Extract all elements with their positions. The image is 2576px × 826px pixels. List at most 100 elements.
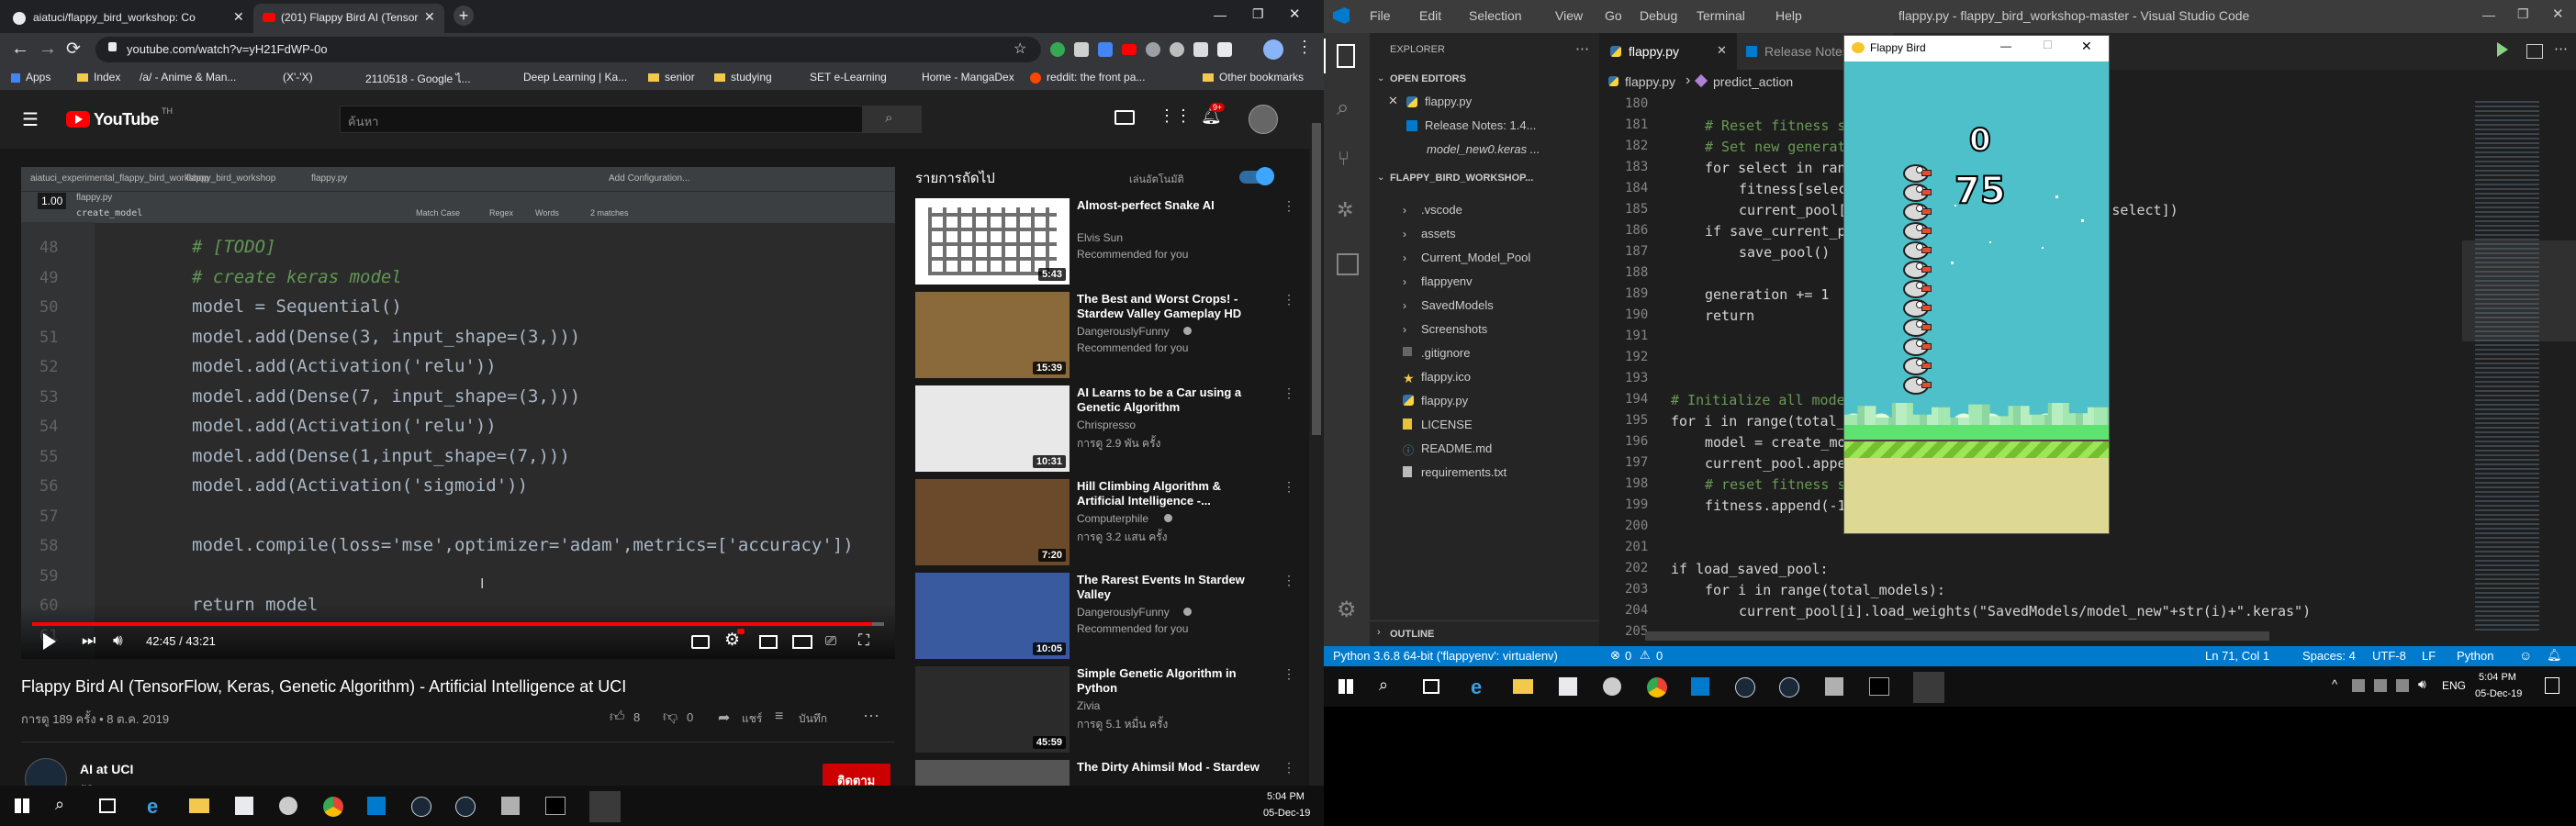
fullscreen-icon[interactable]: ⛶ <box>858 631 869 650</box>
video-progress-track[interactable] <box>32 622 884 626</box>
manage-gear-icon[interactable]: ⚙ <box>1337 597 1357 623</box>
bookmark-mangadex[interactable]: Home - MangaDex <box>922 71 1014 84</box>
chrome-tab-youtube[interactable]: (201) Flappy Bird AI (TensorFlow... ✕ <box>253 4 444 33</box>
end-of-line[interactable]: LF <box>2422 649 2436 663</box>
open-editor-item[interactable]: ✕ flappy.py <box>1370 90 1599 114</box>
subtitles-icon[interactable] <box>691 635 710 649</box>
breadcrumb-symbol[interactable]: predict_action <box>1713 74 1793 89</box>
tree-item[interactable]: LICENSE <box>1370 413 1599 437</box>
more-actions-icon[interactable]: ⋮ <box>1282 760 1295 776</box>
extensions-icon[interactable] <box>1337 253 1359 275</box>
chrome-icon[interactable] <box>323 797 343 817</box>
tree-item[interactable]: › Current_Model_Pool <box>1370 246 1599 270</box>
recommendation-title[interactable]: AI Learns to be a Car using a Genetic Al… <box>1077 385 1260 415</box>
recommendation-thumbnail[interactable]: 10:05 <box>915 573 1070 659</box>
workspace-header[interactable]: FLAPPY_BIRD_WORKSHOP... <box>1390 173 1533 184</box>
extension-icon[interactable] <box>1050 42 1065 57</box>
edge-icon[interactable]: e <box>1471 675 1482 699</box>
like-button[interactable]: 👍︎ 8 <box>610 709 665 727</box>
flappy-game-canvas[interactable]: 0 75 <box>1844 61 2109 533</box>
menu-item-help[interactable]: Help <box>1775 8 1802 23</box>
python-icon[interactable] <box>589 791 621 822</box>
language-indicator[interactable]: ENG <box>2442 679 2466 692</box>
recommendation-thumbnail[interactable]: 7:20 <box>915 479 1070 565</box>
encoding[interactable]: UTF-8 <box>2372 649 2406 663</box>
bookmark-other[interactable]: Other bookmarks <box>1219 71 1304 84</box>
more-actions-icon[interactable]: ⋯ <box>2554 40 2568 57</box>
star-icon[interactable]: ☆ <box>1014 39 1026 58</box>
bookmark-studying[interactable]: studying <box>731 71 772 84</box>
new-tab-button[interactable]: + <box>454 6 474 26</box>
warning-count[interactable]: 0 <box>1656 649 1663 663</box>
tree-item[interactable]: › SavedModels <box>1370 294 1599 318</box>
window-close-button[interactable]: ✕ <box>2081 39 2092 54</box>
menu-item-terminal[interactable]: Terminal <box>1697 8 1745 23</box>
search-icon[interactable]: ⌕ <box>1337 95 1349 121</box>
recommendation-thumbnail[interactable]: 10:31 <box>915 385 1070 472</box>
youtube-search-input[interactable]: ค้นหา <box>340 106 863 133</box>
apps-grid-icon[interactable]: ⋮⋮ <box>1159 106 1192 126</box>
bookmark-anime[interactable]: /a/ - Anime & Man... <box>140 71 236 84</box>
maximize-button[interactable]: ❐ <box>1252 6 1264 22</box>
bookmark-google[interactable]: 2110518 - Google ไ... <box>365 71 471 88</box>
extension-icon[interactable] <box>1170 42 1184 57</box>
maximize-button[interactable]: ❐ <box>2517 6 2529 22</box>
vscode-icon[interactable] <box>1691 677 1709 696</box>
menu-item-selection[interactable]: Selection <box>1469 8 1522 23</box>
bell-icon[interactable]: 🔔︎ <box>2547 648 2562 663</box>
steam-icon[interactable] <box>1735 677 1755 698</box>
page-scrollbar[interactable] <box>1309 90 1324 786</box>
forward-icon[interactable]: → <box>39 39 57 60</box>
split-editor-icon[interactable] <box>2526 44 2543 59</box>
recommendation-thumbnail[interactable]: 15:39 <box>915 292 1070 378</box>
source-control-icon[interactable]: ⑂ <box>1338 147 1350 171</box>
recommendation-channel[interactable]: Chrispresso <box>1077 419 1136 431</box>
recommendation-title[interactable]: Simple Genetic Algorithm in Python <box>1077 666 1260 696</box>
menu-item-edit[interactable]: Edit <box>1419 8 1441 23</box>
edge-icon[interactable]: e <box>147 795 158 819</box>
avatar[interactable] <box>1249 105 1278 134</box>
miniplayer-icon[interactable] <box>759 635 778 649</box>
windows-start-icon[interactable] <box>1338 679 1353 694</box>
task-view-icon[interactable] <box>99 798 116 813</box>
tree-item[interactable]: › Screenshots <box>1370 318 1599 341</box>
recommendation-thumbnail[interactable]: 45:59 <box>915 666 1070 753</box>
chevron-up-icon[interactable]: ^ <box>2332 677 2337 691</box>
chrome-menu-icon[interactable]: ⋮ <box>1296 38 1313 57</box>
more-actions-icon[interactable]: ⋮ <box>1282 666 1295 682</box>
tree-item[interactable]: ★ flappy.ico <box>1370 365 1599 389</box>
bookmark-apps[interactable]: Apps <box>26 71 50 84</box>
share-button[interactable]: ➦ แชร์ <box>718 709 773 727</box>
steam-icon[interactable] <box>1779 677 1799 698</box>
search-icon[interactable]: ⌕ <box>55 795 64 814</box>
explorer-files-icon[interactable] <box>1337 44 1355 68</box>
app-icon[interactable] <box>279 797 297 815</box>
open-editor-item[interactable]: Release Notes: 1.4... <box>1370 114 1599 138</box>
run-icon[interactable] <box>2497 42 2508 57</box>
steam-icon[interactable] <box>455 797 476 817</box>
volume-icon[interactable]: 🔊︎ <box>113 631 123 650</box>
recommendation-title[interactable]: The Rarest Events In Stardew Valley <box>1077 573 1260 602</box>
save-button[interactable]: ≡ บันทึก <box>775 709 848 727</box>
app-icon[interactable] <box>501 797 520 815</box>
omnibox[interactable]: youtube.com/watch?v=yH21FdWP-0o ☆ <box>95 37 1041 62</box>
open-editor-item[interactable]: model_new0.keras ... <box>1370 138 1599 162</box>
extension-icon[interactable] <box>1098 42 1113 57</box>
scrollbar-thumb[interactable] <box>1312 123 1321 435</box>
extension-icon[interactable] <box>1074 42 1089 57</box>
store-icon[interactable] <box>1559 677 1577 696</box>
recommendation-thumbnail[interactable]: 5:43 <box>915 198 1070 285</box>
video-player[interactable]: aiatuci_experimental_flappy_bird_worksho… <box>21 167 895 659</box>
file-explorer-icon[interactable] <box>1513 679 1533 694</box>
recommendation-channel[interactable]: DangerouslyFunny <box>1077 325 1170 338</box>
youtube-logo-text[interactable]: YouTube <box>94 110 159 129</box>
tree-item[interactable]: .gitignore <box>1370 341 1599 365</box>
horizontal-scrollbar[interactable] <box>1645 631 2269 641</box>
close-icon[interactable]: ✕ <box>424 9 435 25</box>
tree-item[interactable]: ⓘ README.md <box>1370 437 1599 461</box>
extension-icon[interactable] <box>1193 42 1208 57</box>
recommendation-title[interactable]: Almost-perfect Snake AI <box>1077 198 1260 213</box>
chevron-down-icon[interactable]: ⌄ <box>1377 173 1384 183</box>
window-close-button[interactable]: ✕ <box>2552 6 2564 22</box>
tree-item[interactable]: › flappyenv <box>1370 270 1599 294</box>
